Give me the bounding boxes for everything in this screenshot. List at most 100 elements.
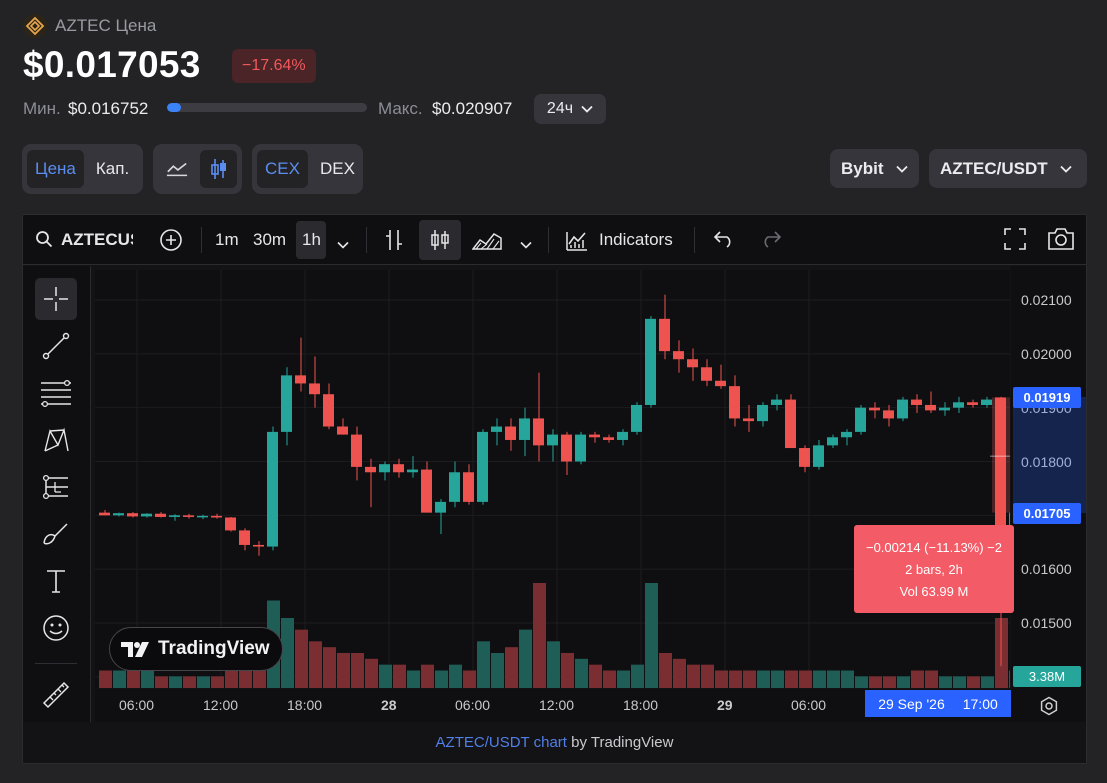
toolbar-divider <box>694 227 695 253</box>
price-chart[interactable] <box>95 270 1022 688</box>
chevron-down-icon <box>895 165 908 173</box>
volume-bar <box>855 676 868 688</box>
symbol-search[interactable]: AZTECUS <box>61 230 133 250</box>
volume-bar <box>141 670 154 688</box>
candle-body <box>267 431 278 547</box>
text-tool-icon[interactable] <box>35 560 77 602</box>
search-icon[interactable] <box>35 230 53 253</box>
volume-bar <box>729 670 742 688</box>
chevron-down-icon[interactable] <box>520 236 532 254</box>
exchange-select[interactable]: Bybit <box>830 149 919 188</box>
candle-body <box>197 515 208 518</box>
volume-bar <box>197 676 210 688</box>
crosshair-time-label: 29 Sep '26 17:00 <box>865 690 1011 717</box>
tab-market-cap[interactable]: Кап. <box>88 150 137 188</box>
volume-bar <box>925 670 938 688</box>
candle-body <box>967 402 978 405</box>
interval-30m[interactable]: 30m <box>253 230 286 250</box>
candle-body <box>715 380 726 387</box>
volume-bar <box>253 670 266 688</box>
candle-body <box>449 472 460 502</box>
candle-body <box>575 434 586 462</box>
volume-bar <box>715 670 728 688</box>
exchange-select-label: Bybit <box>841 158 884 178</box>
ruler-icon[interactable] <box>35 674 77 716</box>
brush-icon[interactable] <box>35 513 77 555</box>
toolbar-divider <box>201 227 202 253</box>
interval-1h[interactable]: 1h <box>302 230 321 250</box>
chevron-down-icon <box>1060 165 1072 173</box>
volume-bar <box>463 670 476 688</box>
candle-body <box>323 394 334 427</box>
tab-cex[interactable]: CEX <box>257 150 308 188</box>
candle-body <box>855 407 866 432</box>
volume-bar <box>323 647 336 688</box>
volume-bar <box>169 676 182 688</box>
volume-bar <box>981 676 994 688</box>
volume-bar <box>813 670 826 688</box>
compare-add-icon[interactable] <box>159 228 183 257</box>
volume-bar <box>491 653 504 688</box>
crosshair-time: 17:00 <box>962 695 998 712</box>
price-tick-label: 0.02000 <box>1021 345 1072 362</box>
period-select[interactable]: 24ч <box>534 94 606 124</box>
volume-bar <box>645 583 658 688</box>
tradingview-logo[interactable]: TradingView <box>109 627 283 671</box>
candle-body <box>141 513 152 517</box>
candlestick-icon[interactable] <box>419 220 461 260</box>
crosshair-icon[interactable] <box>35 278 77 320</box>
redo-icon[interactable] <box>760 230 782 253</box>
camera-icon[interactable] <box>1047 227 1075 256</box>
range-max-label: Макс. <box>378 99 423 118</box>
current-price-tag: 0.01705 <box>1013 502 1081 524</box>
time-tick-label: 18:00 <box>287 697 323 713</box>
undo-icon[interactable] <box>713 230 735 253</box>
tab-dex[interactable]: DEX <box>312 150 363 188</box>
trend-line-icon[interactable] <box>35 325 77 367</box>
volume-bar <box>407 670 420 688</box>
candle-body <box>393 464 404 473</box>
chart-style-toggle <box>153 144 242 194</box>
candle-body <box>827 437 838 446</box>
measure-tooltip: −0.00214 (−11.13%) −2 2 bars, 2h Vol 63.… <box>854 525 1014 613</box>
area-chart-icon[interactable] <box>471 229 502 256</box>
pattern-icon[interactable] <box>35 419 77 461</box>
candle-body <box>337 426 348 435</box>
interval-1m[interactable]: 1m <box>215 230 239 250</box>
fib-retracement-icon[interactable] <box>35 372 77 414</box>
volume-bar <box>785 670 798 688</box>
line-chart-icon[interactable] <box>158 150 196 188</box>
range-min-value: $0.016752 <box>68 99 149 118</box>
candle-body <box>547 434 558 446</box>
chart-link[interactable]: AZTEC/USDT chart <box>436 734 567 751</box>
bar-chart-icon[interactable] <box>384 228 404 257</box>
chart-plot-area[interactable] <box>95 270 1022 688</box>
settings-gear-icon[interactable] <box>1039 696 1059 721</box>
volume-bar <box>841 670 854 688</box>
pair-select[interactable]: AZTEC/USDT <box>929 149 1087 188</box>
volume-bar <box>379 664 392 688</box>
indicators-icon[interactable] <box>565 228 589 257</box>
volume-bar <box>967 676 980 688</box>
time-tick-label: 18:00 <box>623 697 659 713</box>
period-select-label: 24ч <box>546 100 574 117</box>
fullscreen-icon[interactable] <box>1004 228 1026 255</box>
emoji-icon[interactable] <box>35 607 77 649</box>
time-tick-label: 06:00 <box>119 697 155 713</box>
candle-body <box>631 404 642 432</box>
tradingview-logo-text: TradingView <box>158 638 270 659</box>
indicators-button[interactable]: Indicators <box>599 230 673 250</box>
chevron-down-icon[interactable] <box>337 236 349 254</box>
candle-body <box>813 445 824 467</box>
forecast-icon[interactable] <box>35 466 77 508</box>
drawing-toolbar <box>23 266 91 722</box>
candlestick-icon[interactable] <box>200 150 237 188</box>
tab-price[interactable]: Цена <box>27 150 84 188</box>
coin-logo <box>23 14 47 38</box>
candle-body <box>771 399 782 405</box>
volume-bar <box>631 664 644 688</box>
price-range-highlight <box>1013 397 1086 513</box>
chevron-down-icon <box>581 105 593 113</box>
measure-change: −0.00214 (−11.13%) −2 <box>865 540 1002 555</box>
time-tick-label: 06:00 <box>455 697 491 713</box>
